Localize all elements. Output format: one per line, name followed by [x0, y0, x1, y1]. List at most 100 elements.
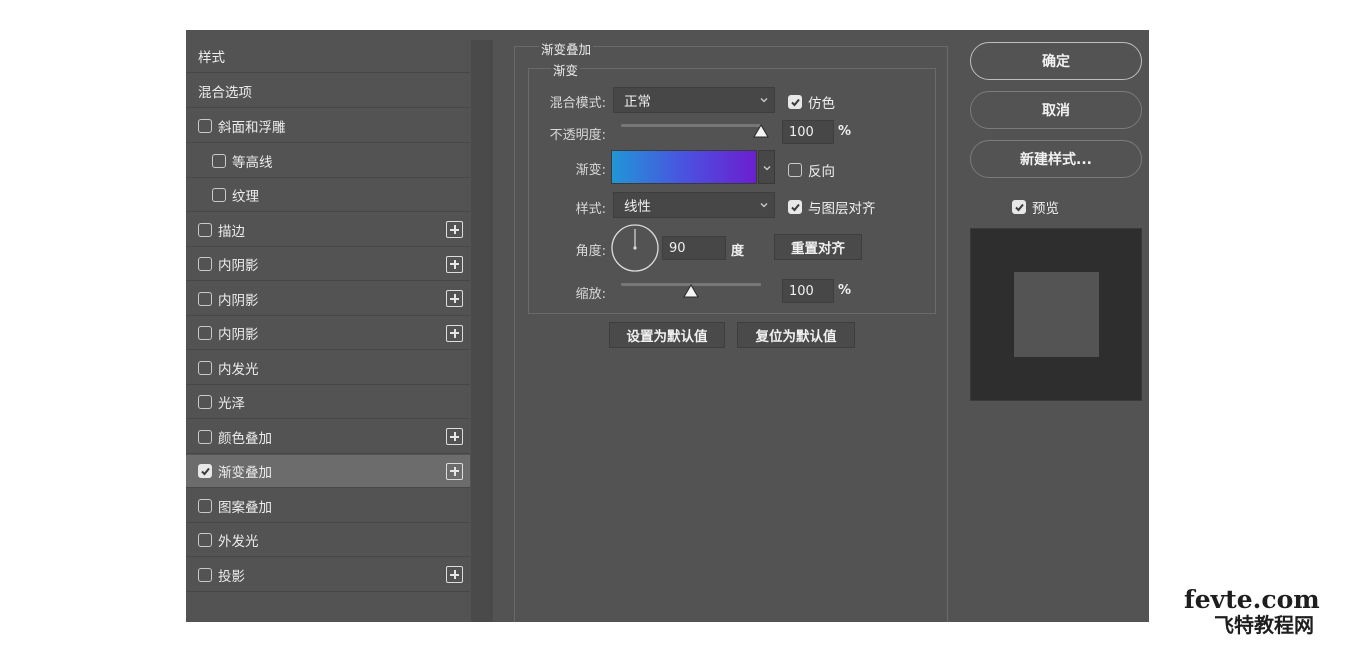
scale-percent: %	[838, 283, 852, 298]
style-item-checkbox[interactable]	[198, 498, 212, 513]
style-item-checkbox[interactable]	[198, 567, 212, 582]
gradient-swatch[interactable]	[611, 150, 757, 184]
ok-button[interactable]: 确定	[970, 42, 1142, 80]
style-item-label: 内发光	[218, 361, 259, 378]
opacity-percent: %	[838, 124, 852, 139]
add-effect-icon[interactable]	[446, 462, 463, 480]
dither-checkbox[interactable]: 仿色	[788, 92, 835, 112]
style-item-checkbox[interactable]	[198, 326, 212, 340]
style-list-item[interactable]: 内阴影	[186, 248, 470, 281]
style-item-checkbox[interactable]	[198, 360, 212, 375]
reset-default-button[interactable]: 复位为默认值	[737, 322, 855, 348]
watermark-site-name: 飞特教程网	[1214, 613, 1314, 637]
style-list-item[interactable]: 颜色叠加	[186, 420, 470, 454]
style-item-checkbox[interactable]	[198, 429, 212, 444]
add-effect-icon[interactable]	[446, 221, 463, 238]
angle-unit: 度	[731, 244, 745, 259]
layer-style-dialog: 样式 混合选项 斜面和浮雕 等高线 纹理 描边 内阴影 内阴影 内阴影 内发光 光泽 颜色叠加 渐变…	[186, 30, 1149, 622]
new-style-label: 新建样式...	[1020, 152, 1092, 168]
style-list-item[interactable]: 纹理	[186, 179, 470, 212]
dither-label: 仿色	[808, 96, 835, 112]
style-item-label: 描边	[218, 223, 245, 240]
align-check-icon	[788, 200, 802, 214]
watermark: fevte.com 飞特教程网	[1184, 585, 1344, 645]
style-item-label: 颜色叠加	[218, 430, 272, 447]
blend-mode-value: 正常	[624, 94, 651, 110]
blend-options-label: 混合选项	[198, 85, 252, 101]
add-effect-icon[interactable]	[446, 428, 463, 445]
style-item-label: 斜面和浮雕	[218, 120, 286, 136]
style-item-label: 内阴影	[218, 327, 259, 343]
style-list-item[interactable]: 内阴影	[186, 317, 470, 350]
style-item-checkbox[interactable]	[212, 188, 226, 202]
style-list-scrollbar[interactable]	[471, 40, 493, 622]
style-list-item[interactable]: 描边	[186, 213, 470, 247]
style-item-label: 内阴影	[218, 292, 259, 309]
chevron-down-icon	[763, 166, 771, 171]
reset-alignment-button[interactable]: 重置对齐	[774, 234, 862, 260]
blend-options-item[interactable]: 混合选项	[186, 75, 470, 108]
add-effect-icon[interactable]	[446, 290, 463, 307]
style-item-label: 渐变叠加	[218, 465, 272, 481]
cancel-label: 取消	[1042, 103, 1070, 119]
style-list-item[interactable]: 斜面和浮雕	[186, 110, 470, 143]
style-list-item[interactable]: 等高线	[186, 144, 470, 178]
style-item-checkbox[interactable]	[198, 222, 212, 237]
style-item-label: 投影	[218, 568, 245, 585]
style-item-checkbox[interactable]	[198, 291, 212, 306]
new-style-button[interactable]: 新建样式...	[970, 140, 1142, 178]
style-value: 线性	[624, 199, 651, 215]
reset-alignment-label: 重置对齐	[791, 241, 845, 257]
gradient-dropdown-button[interactable]	[758, 150, 775, 184]
style-list-item[interactable]: 外发光	[186, 524, 470, 557]
add-effect-icon[interactable]	[446, 255, 463, 273]
style-item-label: 纹理	[232, 189, 259, 205]
set-default-label: 设置为默认值	[626, 329, 708, 345]
reverse-check-icon	[788, 163, 802, 177]
set-default-button[interactable]: 设置为默认值	[609, 322, 725, 348]
preview-label: 预览	[1032, 201, 1059, 217]
style-item-label: 内阴影	[218, 258, 259, 274]
ok-label: 确定	[1042, 54, 1070, 70]
add-effect-icon[interactable]	[446, 566, 463, 583]
style-item-checkbox[interactable]	[198, 395, 212, 409]
style-item-label: 图案叠加	[218, 499, 272, 516]
style-list-header[interactable]: 样式	[186, 40, 470, 73]
opacity-slider-thumb[interactable]	[753, 124, 769, 138]
gradient-group-title: 渐变	[551, 60, 581, 79]
reverse-label: 反向	[808, 164, 835, 180]
style-item-checkbox[interactable]	[198, 257, 212, 271]
blend-mode-select[interactable]: 正常	[613, 87, 775, 113]
dither-check-icon	[788, 95, 802, 109]
style-select[interactable]: 线性	[613, 192, 775, 218]
reverse-checkbox[interactable]: 反向	[788, 160, 835, 180]
scale-input[interactable]: 100	[782, 279, 834, 303]
style-item-checkbox[interactable]	[198, 533, 212, 547]
cancel-button[interactable]: 取消	[970, 91, 1142, 129]
scale-label: 缩放:	[575, 287, 606, 302]
style-list-item[interactable]: 光泽	[186, 386, 470, 419]
add-effect-icon[interactable]	[446, 324, 463, 342]
style-item-checkbox[interactable]	[212, 153, 226, 168]
style-list-header-label: 样式	[198, 50, 225, 66]
angle-dial[interactable]	[610, 223, 660, 273]
style-item-checkbox[interactable]	[198, 464, 212, 478]
angle-input[interactable]: 90	[662, 236, 726, 260]
style-list-item[interactable]: 内阴影	[186, 282, 470, 316]
style-item-checkbox[interactable]	[198, 119, 212, 133]
style-list-item[interactable]: 渐变叠加	[186, 455, 470, 488]
opacity-slider-track[interactable]	[621, 124, 761, 127]
style-list-item[interactable]: 投影	[186, 558, 470, 592]
blend-mode-label: 混合模式:	[549, 96, 606, 111]
style-list-item[interactable]: 图案叠加	[186, 489, 470, 523]
style-list-item[interactable]: 内发光	[186, 351, 470, 385]
style-label: 样式:	[575, 202, 606, 217]
chevron-down-icon	[760, 203, 768, 208]
opacity-input[interactable]: 100	[782, 120, 834, 144]
preview-thumbnail	[970, 228, 1142, 401]
scale-slider-thumb[interactable]	[683, 284, 699, 298]
preview-swatch	[1014, 272, 1099, 357]
align-with-layer-checkbox[interactable]: 与图层对齐	[788, 197, 876, 217]
section-title: 渐变叠加	[539, 39, 594, 58]
preview-checkbox[interactable]: 预览	[1012, 197, 1059, 217]
